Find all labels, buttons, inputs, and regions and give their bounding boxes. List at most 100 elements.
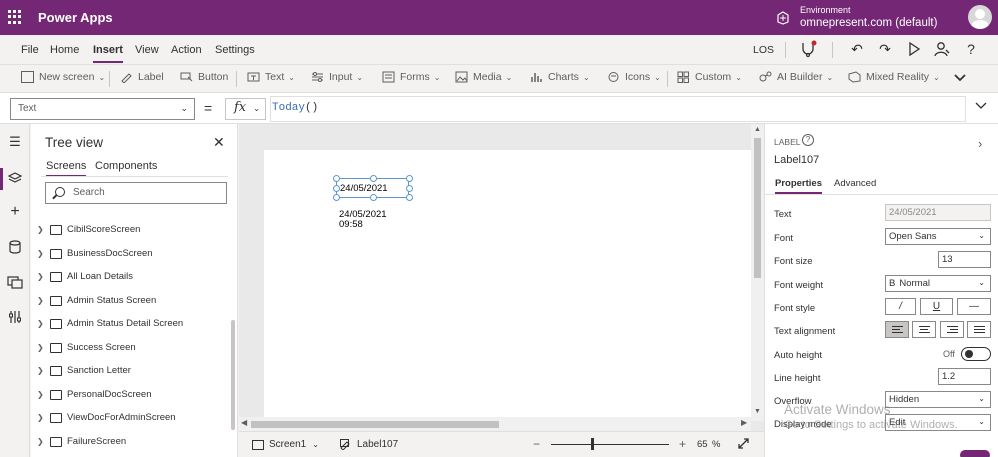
fx-button[interactable]: fx ⌄ (225, 98, 266, 120)
resize-handle[interactable] (333, 194, 340, 201)
formula-expand-icon[interactable] (974, 101, 988, 111)
selected-label-control[interactable]: 24/05/2021 (333, 175, 413, 201)
chevron-right-icon[interactable]: ❯ (37, 390, 44, 399)
chevron-right-icon[interactable]: ❯ (37, 437, 44, 446)
preview-play-icon[interactable] (905, 40, 923, 58)
align-justify-button[interactable] (967, 321, 991, 338)
virtual-agent-badge[interactable] (960, 450, 990, 457)
add-icon[interactable]: + (7, 203, 23, 220)
text-menu-button[interactable]: Text ⌄ (247, 71, 295, 83)
custom-menu-button[interactable]: Custom ⌄ (677, 71, 742, 83)
undo-icon[interactable]: ↶ (848, 40, 866, 58)
scroll-thumb[interactable] (754, 138, 761, 278)
resize-handle[interactable] (406, 185, 413, 192)
tab-components[interactable]: Components (95, 160, 157, 172)
share-user-icon[interactable] (933, 40, 951, 58)
chevron-right-icon[interactable]: › (978, 136, 982, 151)
resize-handle[interactable] (370, 175, 377, 182)
media-rail-icon[interactable] (7, 274, 23, 290)
scroll-left-icon[interactable]: ◀ (241, 418, 247, 427)
tab-properties[interactable]: Properties (775, 178, 822, 194)
chevron-right-icon[interactable]: ❯ (37, 225, 44, 234)
mixed-reality-menu-button[interactable]: Mixed Reality ⌄ (848, 71, 940, 83)
forms-menu-button[interactable]: Forms ⌄ (382, 71, 440, 83)
hamburger-menu-icon[interactable]: ☰ (7, 134, 23, 150)
charts-menu-button[interactable]: Charts ⌄ (530, 71, 590, 83)
tree-item-screen[interactable]: ❯ CibilScoreScreen (31, 222, 231, 242)
menu-file[interactable]: File (21, 44, 39, 56)
zoom-in-icon[interactable]: + (679, 437, 686, 451)
environment-name[interactable]: omnepresent.com (default) (800, 17, 937, 29)
font-size-input[interactable]: 13 (938, 251, 991, 268)
tree-item-screen[interactable]: ❯ Sanction Letter (31, 363, 231, 383)
chevron-right-icon[interactable]: ❯ (37, 272, 44, 281)
tree-scrollbar[interactable] (231, 320, 235, 430)
formula-input[interactable]: Today() (270, 96, 966, 122)
tab-screens[interactable]: Screens (46, 160, 87, 177)
zoom-slider-thumb[interactable] (591, 438, 595, 450)
screen-selector[interactable]: Screen1 ⌄ (252, 439, 319, 450)
menu-insert[interactable]: Insert (93, 44, 123, 63)
control-selector[interactable]: Label107 (340, 439, 398, 450)
fit-to-window-icon[interactable] (737, 437, 750, 450)
help-icon[interactable]: ? (962, 40, 980, 58)
font-weight-dropdown[interactable]: B Normal ⌄ (885, 275, 991, 292)
icons-menu-button[interactable]: Icons ⌄ (607, 71, 661, 83)
menu-settings[interactable]: Settings (215, 44, 255, 56)
scroll-down-icon[interactable]: ▼ (754, 408, 761, 415)
media-menu-button[interactable]: Media ⌄ (455, 71, 512, 83)
app-launcher-icon[interactable] (8, 10, 22, 24)
overflow-dropdown[interactable]: Hidden ⌄ (885, 391, 991, 408)
strikethrough-button[interactable]: — (957, 298, 991, 315)
layers-icon[interactable] (7, 171, 23, 187)
app-screen-canvas[interactable]: 24/05/2021 24/05/2021 09:58 (264, 150, 752, 420)
chevron-right-icon[interactable]: ❯ (37, 413, 44, 422)
app-checker-icon[interactable] (799, 40, 817, 58)
input-menu-button[interactable]: Input ⌄ (311, 71, 363, 83)
scroll-up-icon[interactable]: ▲ (754, 126, 761, 133)
data-icon[interactable] (7, 239, 23, 255)
font-dropdown[interactable]: Open Sans ⌄ (885, 228, 991, 245)
resize-handle[interactable] (333, 185, 340, 192)
chevron-right-icon[interactable]: ❯ (37, 296, 44, 305)
tree-item-screen[interactable]: ❯ ViewDocForAdminScreen (31, 410, 231, 430)
tree-item-screen[interactable]: ❯ PersonalDocScreen (31, 387, 231, 407)
tree-item-screen[interactable]: ❯ FailureScreen (31, 434, 231, 454)
align-left-button[interactable] (885, 321, 909, 338)
align-right-button[interactable] (940, 321, 964, 338)
label-button[interactable]: Label (120, 71, 164, 84)
text-prop-input[interactable]: 24/05/2021 (885, 204, 991, 221)
italic-button[interactable]: / (885, 298, 916, 315)
menu-view[interactable]: View (135, 44, 159, 56)
chevron-right-icon[interactable]: ❯ (37, 343, 44, 352)
redo-icon[interactable]: ↷ (876, 40, 894, 58)
datetime-label-control[interactable]: 24/05/2021 09:58 (339, 210, 387, 230)
auto-height-toggle[interactable] (961, 347, 991, 361)
tree-search-input[interactable]: Search (45, 182, 227, 204)
zoom-slider[interactable] (551, 444, 669, 445)
tree-item-screen[interactable]: ❯ Admin Status Screen (31, 293, 231, 313)
ai-builder-menu-button[interactable]: AI Builder ⌄ (759, 71, 833, 83)
canvas-vertical-scrollbar[interactable]: ▲ ▼ (751, 124, 764, 421)
line-height-input[interactable]: 1.2 (938, 368, 991, 385)
new-screen-button[interactable]: New screen ⌄ (21, 71, 105, 83)
canvas-horizontal-scrollbar[interactable]: ◀ ▶ (239, 417, 751, 431)
align-center-button[interactable] (912, 321, 936, 338)
help-icon[interactable]: ? (802, 134, 814, 146)
tree-item-screen[interactable]: ❯ BusinessDocScreen (31, 246, 231, 266)
button-button[interactable]: Button (180, 71, 228, 83)
advanced-tools-icon[interactable] (7, 309, 23, 325)
menu-action[interactable]: Action (171, 44, 202, 56)
menu-home[interactable]: Home (50, 44, 79, 56)
tree-item-screen[interactable]: ❯ All Loan Details (31, 269, 231, 289)
resize-handle[interactable] (333, 175, 340, 182)
tree-item-screen[interactable]: ❯ Admin Status Detail Screen (31, 316, 231, 336)
chevron-right-icon[interactable]: ❯ (37, 319, 44, 328)
zoom-out-icon[interactable]: − (533, 437, 540, 451)
underline-button[interactable]: U (920, 298, 953, 315)
tab-advanced[interactable]: Advanced (834, 178, 876, 189)
close-icon[interactable]: ✕ (213, 134, 225, 151)
ribbon-collapse-icon[interactable] (953, 73, 967, 83)
chevron-right-icon[interactable]: ❯ (37, 249, 44, 258)
resize-handle[interactable] (370, 194, 377, 201)
